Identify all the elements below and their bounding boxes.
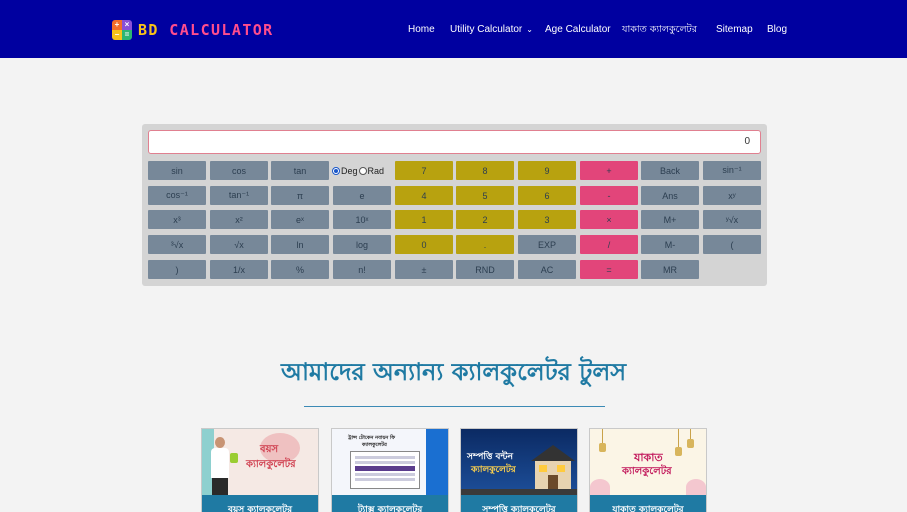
ans-button[interactable]: Ans xyxy=(641,186,699,205)
house-icon xyxy=(535,461,571,489)
tan-button[interactable]: tan xyxy=(271,161,329,180)
lantern-icon xyxy=(687,439,694,448)
tool-card-zakat[interactable]: যাকাত ক্যালকুলেটর যাকাত ক্যালকুলেটর xyxy=(589,428,707,512)
tool-card-zakat-label: যাকাত ক্যালকুলেটর xyxy=(590,495,706,512)
calculator-display: 0 xyxy=(148,130,761,154)
percent-button[interactable]: % xyxy=(271,260,329,279)
tool-card-property-label: সম্পত্তি ক্যালকুলেটর xyxy=(461,495,577,512)
memory-plus-button[interactable]: M+ xyxy=(641,210,699,229)
digit-0-button[interactable]: 0 xyxy=(395,235,453,254)
factorial-button[interactable]: n! xyxy=(333,260,391,279)
random-button[interactable]: RND xyxy=(456,260,514,279)
exp-button[interactable]: EXP xyxy=(518,235,576,254)
age-calculator-thumbnail: বয়স ক্যালকুলেটর xyxy=(202,429,318,495)
all-clear-button[interactable]: AC xyxy=(518,260,576,279)
divide-button[interactable]: / xyxy=(580,235,638,254)
euler-button[interactable]: e xyxy=(333,186,391,205)
section-divider xyxy=(304,406,605,407)
deg-radio[interactable] xyxy=(332,167,340,175)
back-button[interactable]: Back xyxy=(641,161,699,180)
digit-7-button[interactable]: 7 xyxy=(395,161,453,180)
person-head-icon xyxy=(215,437,225,448)
nav-home[interactable]: Home xyxy=(408,22,435,38)
digit-1-button[interactable]: 1 xyxy=(395,210,453,229)
nav-age-calculator[interactable]: Age Calculator xyxy=(545,22,611,38)
ten-power-button[interactable]: 10ˣ xyxy=(333,210,391,229)
scientific-calculator: 0 sin cos tan Deg Rad 7 8 9 + Back sin⁻¹… xyxy=(142,124,767,286)
plus-minus-button[interactable]: ± xyxy=(395,260,453,279)
nav-zakat-calculator[interactable]: যাকাত ক্যালকুলেটর xyxy=(622,22,697,38)
log-button[interactable]: log xyxy=(333,235,391,254)
site-header: + × − = BD CALCULATOR Home Utility Calcu… xyxy=(0,0,907,58)
digit-8-button[interactable]: 8 xyxy=(456,161,514,180)
exp-e-button[interactable]: eˣ xyxy=(271,210,329,229)
tools-section-title: আমাদের অন্যান্য ক্যালকুলেটর টুলস xyxy=(280,358,627,386)
memory-recall-button[interactable]: MR xyxy=(641,260,699,279)
cube-root-button[interactable]: ³√x xyxy=(148,235,206,254)
rad-label: Rad xyxy=(367,166,385,176)
memory-minus-button[interactable]: M- xyxy=(641,235,699,254)
house-roof-icon xyxy=(531,445,575,461)
arccos-button[interactable]: cos⁻¹ xyxy=(148,186,206,205)
right-paren-button[interactable]: ) xyxy=(148,260,206,279)
ln-button[interactable]: ln xyxy=(271,235,329,254)
screen-preview xyxy=(350,451,420,489)
plus-button[interactable]: + xyxy=(580,161,638,180)
rad-radio[interactable] xyxy=(358,167,367,175)
digit-5-button[interactable]: 5 xyxy=(456,186,514,205)
power-button[interactable]: xʸ xyxy=(703,186,761,205)
person-body-icon xyxy=(211,448,229,478)
arctan-button[interactable]: tan⁻¹ xyxy=(210,186,268,205)
digit-2-button[interactable]: 2 xyxy=(456,210,514,229)
digit-4-button[interactable]: 4 xyxy=(395,186,453,205)
digit-9-button[interactable]: 9 xyxy=(518,161,576,180)
tool-card-age[interactable]: বয়স ক্যালকুলেটর বয়স ক্যালকুলেটর xyxy=(201,428,319,512)
chevron-down-icon: ⌄ xyxy=(526,25,533,34)
calculator-logo-icon: + × − = xyxy=(112,20,132,40)
angle-mode-selector: Deg Rad xyxy=(332,166,384,176)
brand-name: BD CALCULATOR xyxy=(138,21,274,39)
arcsin-button[interactable]: sin⁻¹ xyxy=(703,161,761,180)
property-calculator-thumbnail: সম্পত্তি বন্টন ক্যালকুলেটর xyxy=(461,429,577,495)
tax-calculator-thumbnail: ট্রান্স টোকেন নবায়ন ফি ক্যালকুলেটর xyxy=(332,429,448,495)
tool-card-age-label: বয়স ক্যালকুলেটর xyxy=(202,495,318,512)
reciprocal-button[interactable]: 1/x xyxy=(210,260,268,279)
tool-card-tax[interactable]: ট্রান্স টোকেন নবায়ন ফি ক্যালকুলেটর ট্যা… xyxy=(331,428,449,512)
zakat-calculator-thumbnail: যাকাত ক্যালকুলেটর xyxy=(590,429,706,495)
nav-sitemap[interactable]: Sitemap xyxy=(716,22,753,38)
tool-card-property[interactable]: সম্পত্তি বন্টন ক্যালকুলেটর সম্পত্তি ক্যা… xyxy=(460,428,578,512)
yroot-button[interactable]: ʸ√x xyxy=(703,210,761,229)
nav-blog[interactable]: Blog xyxy=(767,22,787,38)
sqrt-button[interactable]: √x xyxy=(210,235,268,254)
digit-3-button[interactable]: 3 xyxy=(518,210,576,229)
minus-button[interactable]: - xyxy=(580,186,638,205)
deg-label: Deg xyxy=(341,166,358,176)
equals-button[interactable]: = xyxy=(580,260,638,279)
pi-button[interactable]: π xyxy=(271,186,329,205)
left-paren-button[interactable]: ( xyxy=(703,235,761,254)
lantern-icon xyxy=(675,447,682,456)
tool-card-tax-label: ট্যাক্স ক্যালকুলেটর xyxy=(332,495,448,512)
sin-button[interactable]: sin xyxy=(148,161,206,180)
digit-6-button[interactable]: 6 xyxy=(518,186,576,205)
square-button[interactable]: x² xyxy=(210,210,268,229)
nav-utility-calculator[interactable]: Utility Calculator ⌄ xyxy=(450,22,533,38)
lantern-icon xyxy=(599,443,606,452)
multiply-button[interactable]: × xyxy=(580,210,638,229)
cos-button[interactable]: cos xyxy=(210,161,268,180)
decimal-button[interactable]: . xyxy=(456,235,514,254)
brand-logo[interactable]: + × − = BD CALCULATOR xyxy=(112,19,274,41)
nav-utility-calculator-label: Utility Calculator xyxy=(450,24,523,35)
cube-button[interactable]: x³ xyxy=(148,210,206,229)
